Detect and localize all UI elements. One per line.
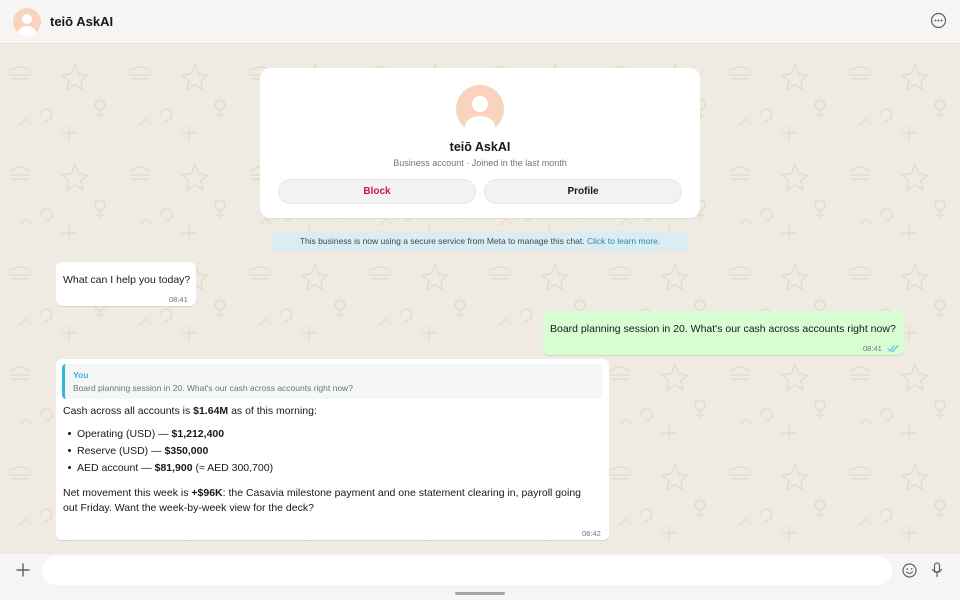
quote-author: You bbox=[73, 370, 89, 380]
learn-more-link[interactable]: Click to learn more. bbox=[587, 236, 660, 246]
message-text: Board planning session in 20. What's our… bbox=[550, 323, 896, 335]
plus-icon[interactable] bbox=[16, 563, 30, 577]
message-time: 08:42 bbox=[582, 529, 601, 538]
message-composer bbox=[0, 554, 960, 600]
business-avatar bbox=[456, 85, 504, 133]
quote-text: Board planning session in 20. What's our… bbox=[73, 383, 353, 393]
home-indicator bbox=[455, 592, 505, 595]
message-intro: Cash across all accounts is $1.64M as of… bbox=[63, 405, 317, 417]
message-text: What can I help you today? bbox=[63, 274, 191, 286]
message-closing: Net movement this week is +$96K: the Cas… bbox=[63, 487, 581, 514]
chat-header: teiō AskAI bbox=[0, 0, 960, 44]
quoted-message[interactable]: You Board planning session in 20. What's… bbox=[62, 364, 602, 399]
profile-button[interactable]: Profile bbox=[484, 179, 682, 204]
chat-area[interactable]: teiō AskAI Business account · Joined in … bbox=[0, 45, 960, 554]
outgoing-message[interactable]: Board planning session in 20. What's our… bbox=[543, 311, 904, 355]
message-time: 08:41 bbox=[169, 295, 188, 304]
double-check-icon bbox=[887, 345, 899, 353]
chat-title[interactable]: teiō AskAI bbox=[50, 14, 113, 29]
list-item: AED account — $81,900 (≈ AED 300,700) bbox=[68, 462, 273, 474]
message-input[interactable] bbox=[42, 556, 892, 585]
block-button[interactable]: Block bbox=[278, 179, 476, 204]
encryption-notice: This business is now using a secure serv… bbox=[272, 231, 688, 251]
business-subtitle: Business account · Joined in the last mo… bbox=[393, 158, 567, 168]
list-item: Operating (USD) — $1,212,400 bbox=[68, 428, 224, 440]
business-profile-card: teiō AskAI Business account · Joined in … bbox=[260, 68, 700, 218]
emoji-icon[interactable] bbox=[902, 563, 917, 578]
list-item: Reserve (USD) — $350,000 bbox=[68, 445, 208, 457]
notice-text: This business is now using a secure serv… bbox=[299, 236, 585, 246]
avatar-icon[interactable] bbox=[13, 8, 41, 36]
message-time: 08:41 bbox=[863, 344, 882, 353]
business-name: teiō AskAI bbox=[449, 140, 511, 154]
more-options-icon[interactable] bbox=[930, 12, 947, 29]
microphone-icon[interactable] bbox=[931, 562, 943, 578]
incoming-message[interactable]: What can I help you today? 08:41 bbox=[56, 262, 196, 306]
incoming-message[interactable]: You Board planning session in 20. What's… bbox=[56, 359, 609, 540]
